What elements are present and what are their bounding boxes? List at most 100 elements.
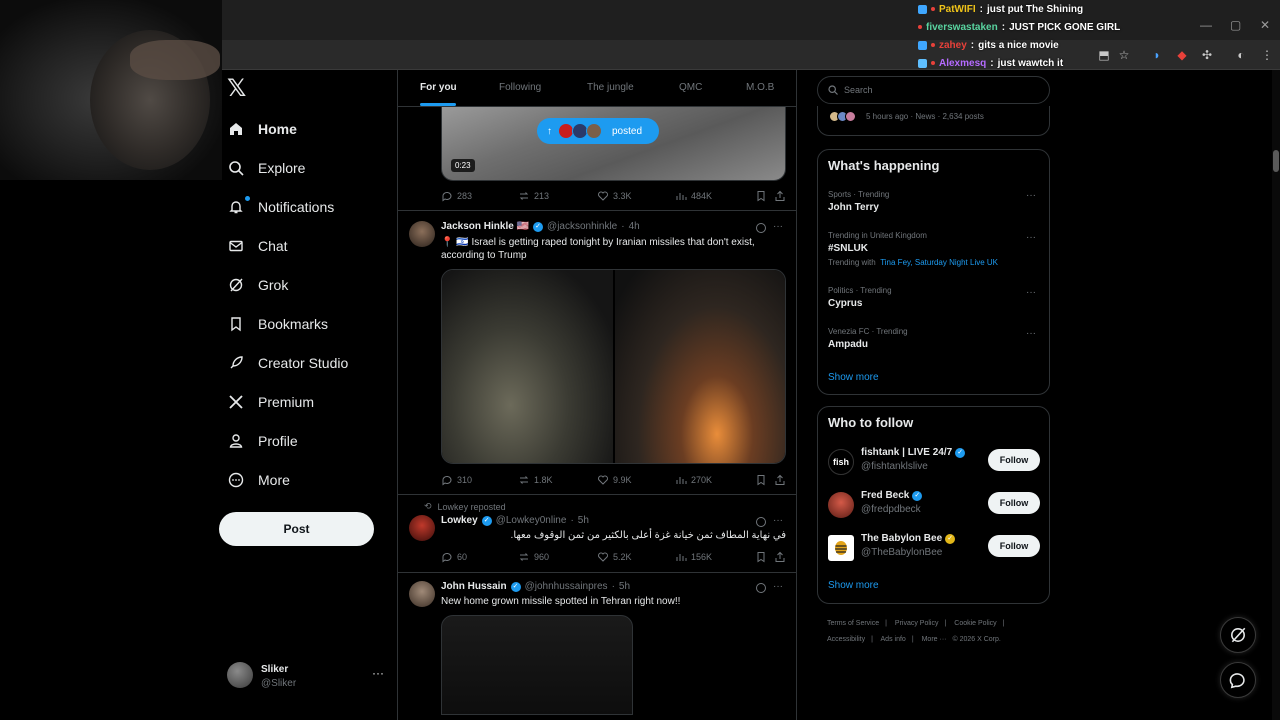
more-icon[interactable]: ··· xyxy=(372,666,384,680)
avatar[interactable]: fish xyxy=(828,449,854,475)
avatar[interactable] xyxy=(828,492,854,518)
reply-action[interactable]: 310 xyxy=(441,474,472,486)
like-action[interactable]: 3.3K xyxy=(597,190,632,202)
sidebar-item-chat[interactable]: Chat xyxy=(228,234,288,258)
sidebar-item-bookmarks[interactable]: Bookmarks xyxy=(228,312,328,336)
sidebar-item-explore[interactable]: Explore xyxy=(228,156,305,180)
news-card[interactable]: 5 hours ago · News · 2,634 posts xyxy=(817,106,1050,136)
show-more-link[interactable]: Show more xyxy=(828,372,879,383)
more-icon[interactable]: ··· xyxy=(773,221,783,232)
search-input[interactable]: Search xyxy=(817,76,1050,104)
author-handle[interactable]: @johnhussainpres xyxy=(525,581,608,592)
views-action[interactable]: 156K xyxy=(675,551,712,563)
tweet[interactable]: ⟲ Lowkey reposted Lowkey ✓ @Lowkey0nline… xyxy=(398,494,796,572)
tweet-media[interactable] xyxy=(441,269,786,464)
timestamp[interactable]: 5h xyxy=(619,581,630,592)
share-action[interactable] xyxy=(774,551,786,563)
views-action[interactable]: 270K xyxy=(675,474,712,486)
tab-following[interactable]: Following xyxy=(499,82,541,93)
grok-icon[interactable] xyxy=(756,223,766,233)
sidebar-item-premium[interactable]: Premium xyxy=(228,390,314,414)
extension-icon[interactable]: ◗ xyxy=(1150,48,1164,62)
more-icon[interactable]: ··· xyxy=(1026,190,1036,201)
repost-action[interactable]: 960 xyxy=(518,551,549,563)
like-action[interactable]: 5.2K xyxy=(597,551,632,563)
extension-icon[interactable]: ◆ xyxy=(1175,48,1189,62)
trend-item[interactable]: Sports · Trending John Terry xyxy=(828,190,1038,213)
avatar[interactable] xyxy=(409,581,435,607)
media-image[interactable] xyxy=(614,270,785,463)
close-icon[interactable]: ✕ xyxy=(1260,18,1270,32)
footer-link[interactable]: Cookie Policy xyxy=(954,620,996,627)
follow-button[interactable]: Follow xyxy=(988,449,1040,471)
minimize-icon[interactable]: — xyxy=(1200,18,1212,32)
account-switcher[interactable]: Sliker @Sliker ··· xyxy=(227,662,387,692)
grok-icon[interactable] xyxy=(756,517,766,527)
scrollbar[interactable] xyxy=(1272,70,1280,720)
tweet-media[interactable] xyxy=(441,615,633,715)
footer-link[interactable]: Ads info xyxy=(881,636,906,643)
sidebar-item-more[interactable]: More xyxy=(228,468,290,492)
puzzle-icon[interactable]: ✣ xyxy=(1200,48,1214,62)
tweet[interactable]: Jackson Hinkle 🇺🇸 ✓ @jacksonhinkle · 4h … xyxy=(398,210,796,494)
avatar[interactable] xyxy=(409,515,435,541)
timestamp[interactable]: 5h xyxy=(578,515,589,526)
profile-icon[interactable]: ◐ xyxy=(1234,48,1248,62)
author-name[interactable]: Lowkey xyxy=(441,515,478,526)
grok-fab[interactable] xyxy=(1220,617,1256,653)
follow-button[interactable]: Follow xyxy=(988,492,1040,514)
bookmark-action[interactable] xyxy=(755,551,767,563)
bookmark-action[interactable] xyxy=(755,474,767,486)
author-name[interactable]: John Hussain xyxy=(441,581,507,592)
reply-action[interactable]: 60 xyxy=(441,551,467,563)
tab-the-jungle[interactable]: The jungle xyxy=(587,82,634,93)
like-action[interactable]: 9.9K xyxy=(597,474,632,486)
more-icon[interactable]: ··· xyxy=(773,515,783,526)
share-action[interactable] xyxy=(774,474,786,486)
author-name[interactable]: Jackson Hinkle 🇺🇸 xyxy=(441,221,529,232)
tab-for-you[interactable]: For you xyxy=(420,82,457,93)
share-action[interactable] xyxy=(774,190,786,202)
grok-icon[interactable] xyxy=(756,583,766,593)
post-button[interactable]: Post xyxy=(219,512,374,546)
sidebar-item-notifications[interactable]: Notifications xyxy=(228,195,334,219)
more-icon[interactable]: ··· xyxy=(1026,287,1036,298)
reply-action[interactable]: 283 xyxy=(441,190,472,202)
author-handle[interactable]: @jacksonhinkle xyxy=(547,221,617,232)
sidebar-item-profile[interactable]: Profile xyxy=(228,429,298,453)
follow-suggestion[interactable]: Fred Beck ✓ @fredpdbeck Follow xyxy=(828,490,1041,524)
footer-link[interactable]: Accessibility xyxy=(827,636,865,643)
repost-action[interactable]: 213 xyxy=(518,190,549,202)
avatar[interactable] xyxy=(409,221,435,247)
repost-action[interactable]: 1.8K xyxy=(518,474,553,486)
avatar[interactable] xyxy=(828,535,854,561)
x-logo-icon[interactable]: 𝕏 xyxy=(227,77,246,101)
more-icon[interactable]: ··· xyxy=(773,581,783,592)
trend-item[interactable]: Politics · Trending Cyprus xyxy=(828,286,1038,309)
maximize-icon[interactable]: ▢ xyxy=(1230,18,1241,32)
footer-link[interactable]: More ··· xyxy=(922,636,947,643)
follow-suggestion[interactable]: The Babylon Bee ✓ @TheBabylonBee Follow xyxy=(828,533,1041,567)
sidebar-item-creator-studio[interactable]: Creator Studio xyxy=(228,351,348,375)
trend-item[interactable]: Venezia FC · Trending Ampadu xyxy=(828,327,1038,350)
tab-qmc[interactable]: QMC xyxy=(679,82,702,93)
new-posts-pill[interactable]: ↑ posted xyxy=(537,118,659,144)
footer-link[interactable]: Terms of Service xyxy=(827,620,879,627)
tweet[interactable]: John Hussain ✓ @johnhussainpres · 5h ···… xyxy=(398,572,796,720)
trend-item[interactable]: Trending in United Kingdom #SNLUK Trendi… xyxy=(828,231,1038,267)
follow-button[interactable]: Follow xyxy=(988,535,1040,557)
more-icon[interactable]: ··· xyxy=(1026,232,1036,243)
follow-suggestion[interactable]: fish fishtank | LIVE 24/7 ✓ @fishtanklsli… xyxy=(828,447,1041,481)
scrollbar-thumb[interactable] xyxy=(1273,150,1279,172)
sidebar-item-grok[interactable]: Grok xyxy=(228,273,288,297)
footer-link[interactable]: Privacy Policy xyxy=(895,620,939,627)
show-more-link[interactable]: Show more xyxy=(828,580,879,591)
messages-fab[interactable] xyxy=(1220,662,1256,698)
menu-icon[interactable]: ⋮ xyxy=(1260,48,1274,62)
author-handle[interactable]: @Lowkey0nline xyxy=(496,515,567,526)
sidebar-item-home[interactable]: Home xyxy=(228,117,297,141)
tab-mob[interactable]: M.O.B xyxy=(746,82,774,93)
media-image[interactable] xyxy=(442,270,613,463)
more-icon[interactable]: ··· xyxy=(1026,328,1036,339)
bookmark-action[interactable] xyxy=(755,190,767,202)
